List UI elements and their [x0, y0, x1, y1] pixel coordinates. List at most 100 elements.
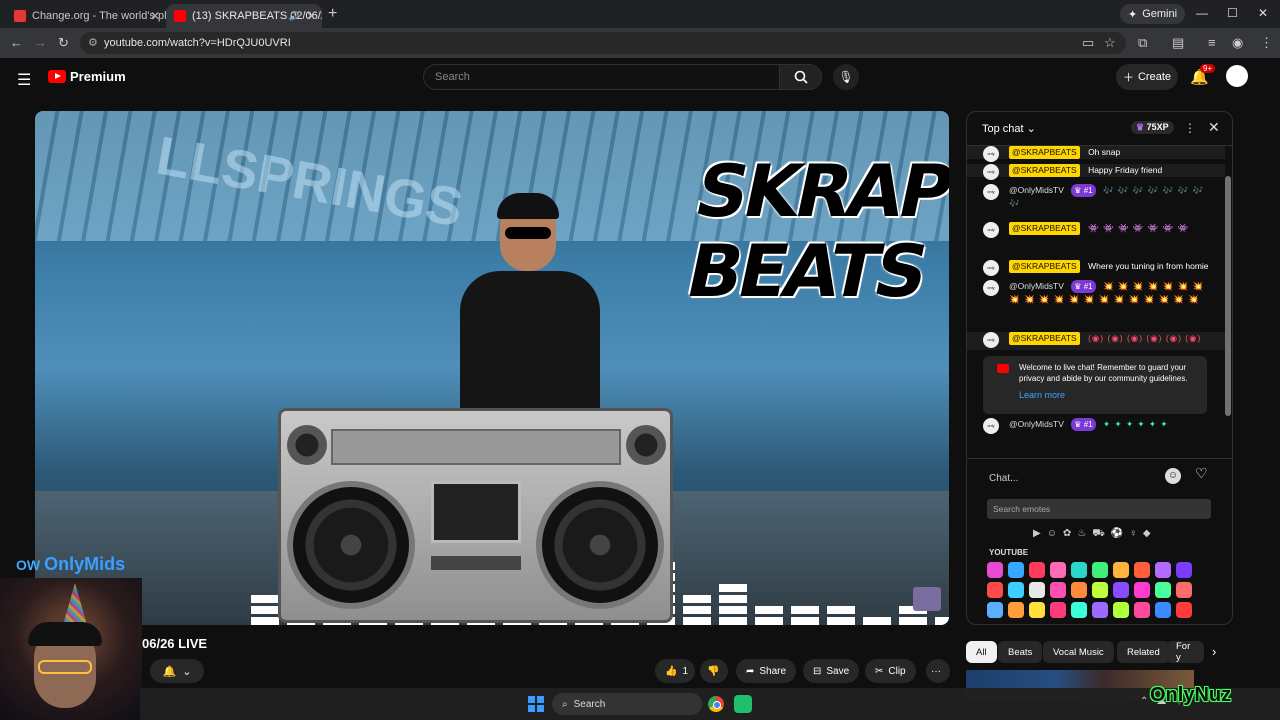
author-name[interactable]: @OnlyMidsTV	[1009, 185, 1064, 195]
emote-item[interactable]	[1113, 562, 1129, 578]
avatar[interactable]: only	[983, 222, 999, 238]
create-button[interactable]: ＋ Create	[1116, 64, 1178, 90]
heart-reaction-icon[interactable]: ♡	[1195, 465, 1208, 482]
reading-list-icon[interactable]: ≡	[1208, 35, 1216, 50]
chevron-right-icon[interactable]: ›	[1212, 644, 1216, 659]
emote-item[interactable]	[1155, 602, 1171, 618]
close-window-button[interactable]: ✕	[1258, 6, 1268, 20]
speaker-icon[interactable]: 🔊	[289, 11, 300, 22]
chip-for-you[interactable]: For y	[1166, 641, 1204, 663]
video-player[interactable]: LLSPRINGS SKRAP BEATS	[35, 111, 949, 625]
chip-vocal-music[interactable]: Vocal Music	[1043, 641, 1114, 663]
nature-category-icon[interactable]: ✿	[1063, 528, 1071, 541]
minimize-button[interactable]: —	[1196, 6, 1208, 20]
cast-icon[interactable]: ▭	[1082, 35, 1094, 51]
emote-item[interactable]	[987, 562, 1003, 578]
scrollbar-thumb[interactable]	[1225, 176, 1231, 416]
more-actions-button[interactable]: ···	[926, 659, 950, 683]
search-button[interactable]	[780, 64, 822, 90]
activities-category-icon[interactable]: ⚽	[1111, 528, 1123, 541]
chip-beats[interactable]: Beats	[998, 641, 1043, 663]
emote-item[interactable]	[1176, 582, 1192, 598]
author-name[interactable]: @OnlyMidsTV	[1009, 281, 1064, 291]
avatar[interactable]: only	[983, 164, 999, 180]
emote-item[interactable]	[1029, 602, 1045, 618]
author-chip[interactable]: @SKRAPBEATS	[1009, 332, 1080, 345]
avatar[interactable]: only	[983, 184, 999, 200]
symbols-category-icon[interactable]: ◆	[1143, 528, 1151, 541]
bookmark-star-icon[interactable]: ☆	[1104, 35, 1116, 51]
taskbar-search[interactable]: ⌕ Search	[552, 693, 702, 715]
objects-category-icon[interactable]: ♀	[1129, 528, 1137, 541]
close-tab-icon[interactable]: ✕	[306, 9, 316, 23]
channel-watermark[interactable]	[913, 587, 941, 611]
windows-start-icon[interactable]	[528, 696, 544, 712]
emote-item[interactable]	[1071, 602, 1087, 618]
author-chip[interactable]: @SKRAPBEATS	[1009, 164, 1080, 177]
emote-item[interactable]	[1008, 582, 1024, 598]
chat-scrollbar[interactable]	[1225, 146, 1231, 458]
emote-item[interactable]	[1050, 582, 1066, 598]
emote-item[interactable]	[987, 602, 1003, 618]
share-button[interactable]: ➦ Share	[736, 659, 797, 683]
new-tab-button[interactable]: +	[328, 5, 337, 23]
emote-search-input[interactable]: Search emotes	[987, 499, 1211, 519]
emote-item[interactable]	[1071, 582, 1087, 598]
tab-change-org[interactable]: Change.org - The world's platfo ✕	[6, 4, 166, 28]
profile-icon[interactable]: ◉	[1232, 35, 1243, 51]
emote-item[interactable]	[1155, 562, 1171, 578]
notifications-toggle-button[interactable]: 🔔 ⌄	[150, 659, 204, 683]
emote-item[interactable]	[1176, 602, 1192, 618]
food-category-icon[interactable]: ♨	[1077, 528, 1086, 541]
emote-item[interactable]	[1092, 562, 1108, 578]
author-name[interactable]: @OnlyMidsTV	[1009, 419, 1064, 429]
avatar[interactable]: only	[983, 146, 999, 162]
voice-search-button[interactable]: 🎙	[833, 64, 859, 90]
emote-item[interactable]	[1113, 582, 1129, 598]
emote-item[interactable]	[1092, 582, 1108, 598]
emote-item[interactable]	[1134, 582, 1150, 598]
account-avatar[interactable]	[1226, 65, 1248, 87]
close-chat-icon[interactable]: ✕	[1208, 119, 1220, 136]
learn-more-link[interactable]: Learn more	[1019, 390, 1199, 401]
chrome-taskbar-icon[interactable]	[708, 696, 724, 712]
emoji-picker-icon[interactable]: ☺	[1165, 468, 1181, 484]
sidepanel-icon[interactable]: ▤	[1172, 35, 1184, 51]
address-bar[interactable]: ⚙ youtube.com/watch?v=HDrQJU0UVRI	[80, 32, 1126, 54]
dislike-button[interactable]: 👎	[700, 659, 728, 683]
youtube-category-icon[interactable]: ▶	[1033, 528, 1041, 541]
hamburger-menu-icon[interactable]: ☰	[17, 70, 31, 90]
emote-item[interactable]	[1008, 562, 1024, 578]
avatar[interactable]: only	[983, 280, 999, 296]
back-icon[interactable]: ←	[10, 35, 23, 50]
author-chip[interactable]: @SKRAPBEATS	[1009, 222, 1080, 235]
travel-category-icon[interactable]: ⛟	[1092, 528, 1105, 541]
browser-menu-icon[interactable]: ⋮	[1260, 35, 1273, 51]
emote-item[interactable]	[1029, 562, 1045, 578]
emote-item[interactable]	[1134, 562, 1150, 578]
tab-skrapbeats[interactable]: (13) SKRAPBEATS 02/06/26 🔊 ✕	[166, 4, 322, 28]
close-tab-icon[interactable]: ✕	[150, 9, 160, 23]
emote-item[interactable]	[1050, 602, 1066, 618]
emote-item[interactable]	[1008, 602, 1024, 618]
emote-item[interactable]	[1071, 562, 1087, 578]
like-button[interactable]: 👍 1	[655, 659, 695, 683]
emote-item[interactable]	[1176, 562, 1192, 578]
emote-item[interactable]	[987, 582, 1003, 598]
youtube-premium-logo[interactable]: Premium	[48, 69, 126, 84]
maximize-button[interactable]: ☐	[1227, 6, 1238, 20]
site-info-icon[interactable]: ⚙	[88, 36, 98, 49]
chat-input[interactable]: Chat...	[981, 467, 1221, 491]
forward-icon[interactable]: →	[34, 35, 47, 50]
xp-badge[interactable]: ♛ 75XP	[1131, 121, 1174, 134]
chat-options-icon[interactable]: ⋮	[1184, 121, 1196, 135]
emote-item[interactable]	[1155, 582, 1171, 598]
app-taskbar-icon[interactable]	[734, 695, 752, 713]
gemini-button[interactable]: ✦ Gemini	[1120, 4, 1186, 24]
chip-all[interactable]: All	[966, 641, 997, 663]
emote-item[interactable]	[1050, 562, 1066, 578]
emote-item[interactable]	[1092, 602, 1108, 618]
reload-icon[interactable]: ↻	[58, 35, 69, 51]
save-button[interactable]: ⊟ Save	[803, 659, 860, 683]
emote-item[interactable]	[1029, 582, 1045, 598]
